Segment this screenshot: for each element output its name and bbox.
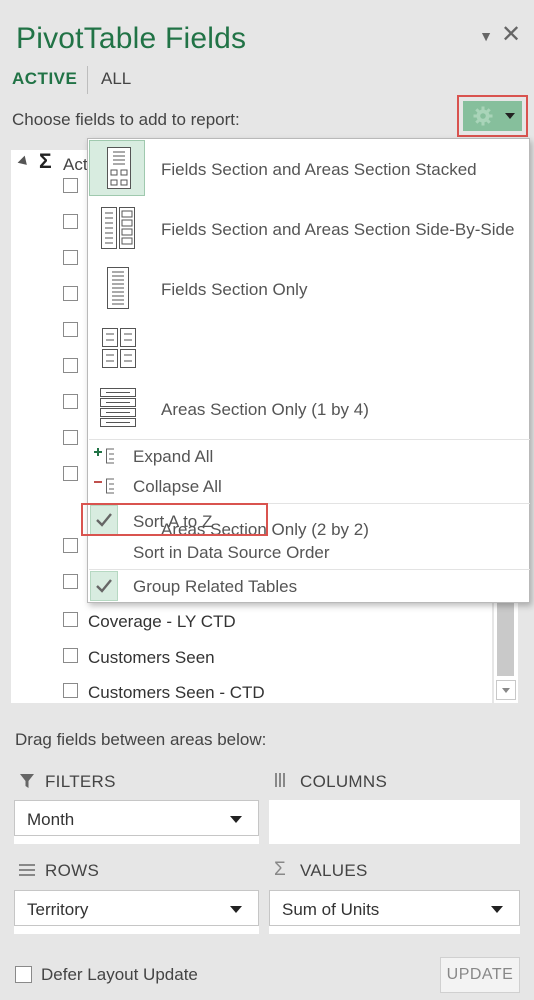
checkmark-icon — [96, 579, 112, 593]
tab-active[interactable]: ACTIVE — [12, 69, 77, 89]
field-checkbox[interactable] — [63, 574, 78, 589]
scroll-down-button[interactable] — [496, 680, 516, 700]
menu-item-label: Fields Section and Areas Section Side-By… — [161, 220, 515, 239]
filter-icon — [20, 774, 34, 788]
field-label[interactable]: Customers Seen - CTD — [88, 683, 265, 703]
menu-item-layout-areas-2x2[interactable]: Areas Section Only (2 by 2) — [88, 319, 529, 539]
sigma-icon: Σ — [39, 150, 52, 173]
menu-separator — [89, 569, 530, 570]
columns-area[interactable] — [269, 800, 520, 844]
menu-item-label: Sort A to Z — [133, 512, 213, 531]
scrollbar-thumb[interactable] — [497, 600, 514, 676]
menu-item-layout-stacked[interactable]: Fields Section and Areas Section Stacked — [88, 139, 529, 199]
menu-item-expand-all[interactable]: Expand All — [88, 442, 529, 472]
layout-stacked-icon — [107, 147, 131, 189]
chevron-down-icon — [230, 906, 242, 913]
field-checkbox[interactable] — [63, 612, 78, 627]
menu-item-layout-areas-1x4[interactable]: Areas Section Only (1 by 4) — [88, 379, 529, 439]
field-checkbox[interactable] — [63, 214, 78, 229]
value-field-sum-of-units[interactable]: Sum of Units — [269, 890, 520, 926]
layout-fields-only-icon — [107, 267, 129, 309]
pane-options-dropdown-icon[interactable]: ▼ — [476, 26, 496, 46]
field-checkbox[interactable] — [63, 394, 78, 409]
menu-separator — [89, 439, 530, 440]
field-label[interactable]: Customers Seen — [88, 648, 215, 668]
columns-title: COLUMNS — [300, 772, 388, 791]
menu-item-sort-data-source-order[interactable]: Sort in Data Source Order — [88, 538, 529, 568]
tools-button[interactable] — [457, 95, 528, 137]
menu-item-layout-fields-only[interactable]: Fields Section Only — [88, 259, 529, 319]
chevron-down-icon — [505, 113, 515, 119]
sigma-icon: Σ — [274, 859, 286, 880]
expand-all-icon — [94, 448, 114, 464]
filter-field-month[interactable]: Month — [14, 800, 259, 836]
field-checkbox[interactable] — [63, 286, 78, 301]
tools-dropdown-menu: Fields Section and Areas Section Stacked… — [87, 138, 530, 603]
tab-divider — [87, 66, 88, 94]
menu-item-collapse-all[interactable]: Collapse All — [88, 472, 529, 502]
layout-side-by-side-icon — [101, 207, 135, 249]
field-checkbox[interactable] — [63, 466, 78, 481]
rows-title: ROWS — [45, 861, 100, 880]
area-field-label: Sum of Units — [282, 900, 380, 919]
checked-indicator — [90, 571, 118, 601]
field-checkbox[interactable] — [63, 322, 78, 337]
row-field-territory[interactable]: Territory — [14, 890, 259, 926]
menu-item-label: Sort in Data Source Order — [133, 543, 330, 562]
menu-item-label: Fields Section Only — [161, 280, 308, 299]
menu-separator — [89, 503, 530, 504]
drag-fields-label: Drag fields between areas below: — [15, 730, 267, 749]
defer-layout-checkbox[interactable] — [15, 966, 32, 983]
columns-icon — [275, 773, 285, 787]
menu-item-group-related-tables[interactable]: Group Related Tables — [88, 571, 529, 603]
menu-item-label: Areas Section Only (1 by 4) — [161, 400, 369, 419]
update-button[interactable]: UPDATE — [440, 957, 520, 993]
menu-item-label: Fields Section and Areas Section Stacked — [161, 160, 477, 179]
chevron-down-icon — [230, 816, 242, 823]
menu-item-sort-a-to-z[interactable]: Sort A to Z — [88, 505, 529, 537]
field-checkbox[interactable] — [63, 538, 78, 553]
layout-areas-2x2-icon — [102, 328, 136, 368]
tools-button-face[interactable] — [463, 101, 522, 131]
chevron-down-icon — [502, 688, 510, 693]
gear-icon — [473, 106, 493, 126]
menu-item-label: Expand All — [133, 447, 214, 466]
field-checkbox[interactable] — [63, 683, 78, 698]
checkmark-icon — [96, 513, 112, 527]
chevron-down-icon — [491, 906, 503, 913]
layout-areas-1x4-icon — [100, 388, 136, 427]
checked-indicator — [90, 505, 118, 535]
field-checkbox[interactable] — [63, 430, 78, 445]
field-checkbox[interactable] — [63, 178, 78, 193]
tab-all[interactable]: ALL — [101, 69, 131, 89]
field-group-label[interactable]: Active — [63, 155, 87, 175]
area-field-label: Territory — [27, 900, 89, 919]
field-checkbox[interactable] — [63, 648, 78, 663]
area-field-label: Month — [27, 810, 75, 829]
filters-area[interactable]: Month — [14, 800, 259, 844]
menu-item-label: Collapse All — [133, 477, 222, 496]
close-icon[interactable]: ✕ — [500, 22, 522, 48]
choose-fields-label: Choose fields to add to report: — [12, 110, 240, 129]
field-checkbox[interactable] — [63, 358, 78, 373]
menu-item-label: Group Related Tables — [133, 577, 298, 596]
values-title: VALUES — [300, 861, 368, 880]
field-checkbox[interactable] — [63, 250, 78, 265]
rows-area[interactable]: Territory — [14, 890, 259, 934]
values-area[interactable]: Sum of Units — [269, 890, 520, 934]
field-label[interactable]: Coverage - LY CTD — [88, 612, 236, 632]
collapse-all-icon — [94, 478, 114, 494]
menu-item-layout-side-by-side[interactable]: Fields Section and Areas Section Side-By… — [88, 199, 529, 259]
pane-title: PivotTable Fields — [16, 22, 247, 55]
filters-title: FILTERS — [45, 772, 116, 791]
rows-icon — [19, 864, 35, 876]
defer-layout-label[interactable]: Defer Layout Update — [41, 965, 198, 985]
